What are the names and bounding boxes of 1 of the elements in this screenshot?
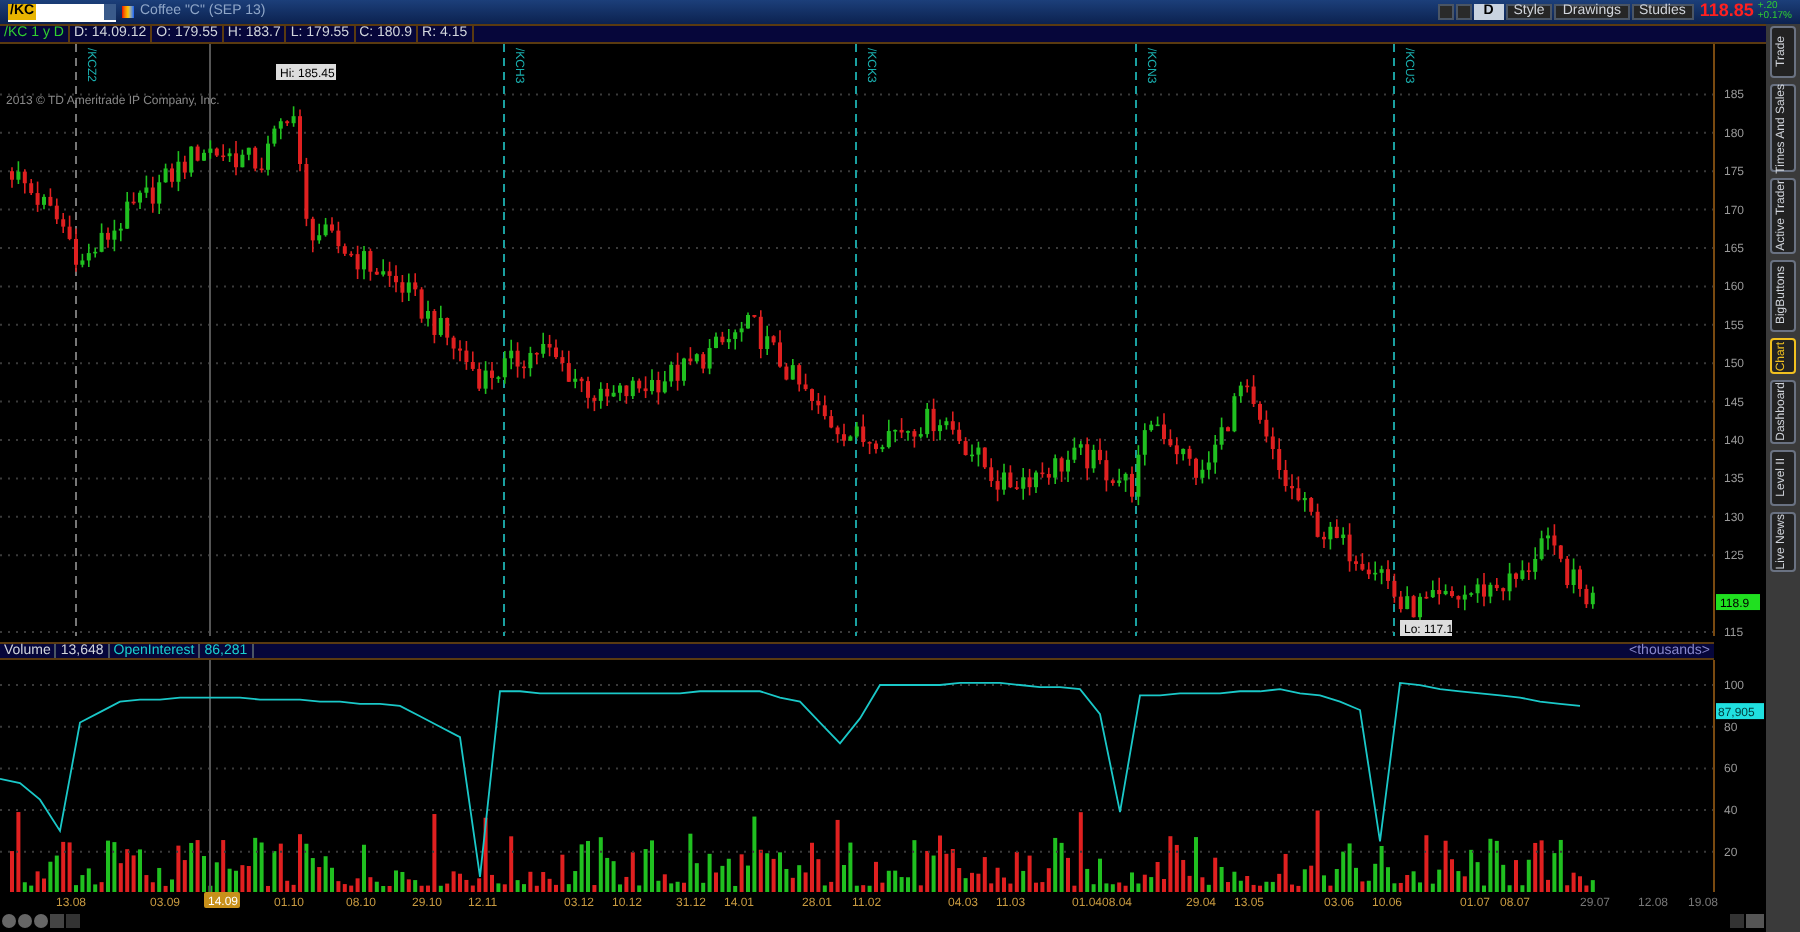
last-price: 118.85 — [1699, 0, 1754, 25]
